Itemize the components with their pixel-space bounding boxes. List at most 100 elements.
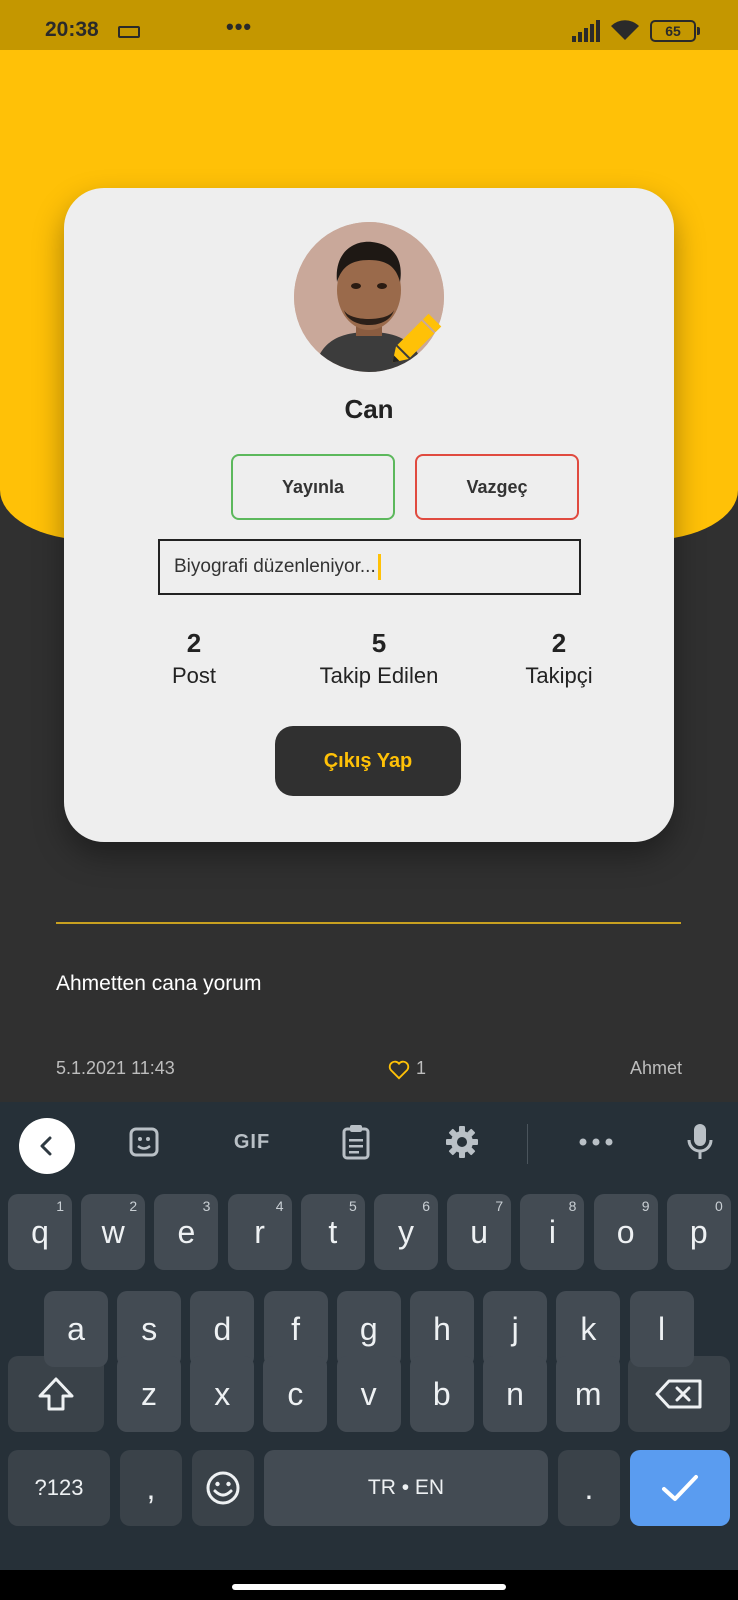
more-icon[interactable]: [574, 1122, 618, 1162]
bio-input[interactable]: Biyografi düzenleniyor...: [158, 539, 581, 595]
shift-key[interactable]: [8, 1356, 104, 1432]
key-a-label: a: [67, 1310, 85, 1347]
more-notifications-icon: •••: [226, 14, 253, 39]
toolbar-separator: [527, 1124, 528, 1164]
key-q[interactable]: q1: [8, 1194, 72, 1270]
backspace-key[interactable]: [628, 1356, 730, 1432]
like-count: 1: [416, 1058, 427, 1078]
enter-key[interactable]: [630, 1450, 730, 1526]
keyboard-status-icon: [118, 26, 140, 38]
key-c-label: c: [287, 1375, 304, 1412]
key-y-hint: 6: [422, 1198, 430, 1214]
user-name: Can: [344, 394, 394, 424]
wifi-icon: [611, 20, 639, 40]
key-w-hint: 2: [129, 1198, 138, 1214]
key-m[interactable]: m: [556, 1356, 621, 1432]
key-c[interactable]: c: [263, 1356, 328, 1432]
publish-button[interactable]: Yayınla: [231, 454, 395, 520]
key-r-hint: 4: [275, 1198, 284, 1214]
key-v[interactable]: v: [336, 1356, 401, 1432]
stat-posts[interactable]: 2 Post: [139, 628, 249, 689]
key-z[interactable]: z: [117, 1356, 181, 1432]
key-v-label: v: [360, 1375, 377, 1412]
status-bar: 20:38 ••• 65: [0, 0, 738, 50]
key-q-hint: 1: [56, 1198, 64, 1214]
key-h-label: h: [433, 1310, 451, 1347]
keyboard-toolbar: GIF: [0, 1102, 738, 1182]
gif-label: GIF: [233, 1130, 271, 1153]
gif-button[interactable]: GIF: [226, 1122, 278, 1162]
key-i[interactable]: i8: [520, 1194, 585, 1270]
key-m-label: m: [574, 1375, 602, 1412]
edit-avatar-icon[interactable]: [384, 313, 442, 371]
emoji-key[interactable]: [192, 1450, 254, 1526]
signal-icon: [572, 20, 600, 42]
comment-date: 5.1.2021 11:43: [56, 1058, 175, 1078]
home-indicator[interactable]: [232, 1584, 506, 1590]
stat-following-label: Takip Edilen: [319, 663, 439, 688]
key-e-hint: 3: [202, 1198, 211, 1214]
key-o[interactable]: o9: [593, 1194, 658, 1270]
divider: [56, 922, 681, 924]
key-l-label: l: [658, 1310, 666, 1347]
key-o-hint: 9: [641, 1198, 650, 1214]
key-r[interactable]: r4: [227, 1194, 292, 1270]
microphone-icon[interactable]: [680, 1122, 720, 1162]
stat-posts-label: Post: [171, 663, 217, 688]
shift-icon: [38, 1377, 74, 1411]
key-b[interactable]: b: [409, 1356, 474, 1432]
key-x-label: x: [214, 1375, 231, 1412]
key-y-label: y: [398, 1213, 414, 1250]
key-e[interactable]: e3: [154, 1194, 219, 1270]
stat-following-count: 5: [371, 628, 387, 658]
key-y[interactable]: y6: [374, 1194, 438, 1270]
key-n[interactable]: n: [483, 1356, 547, 1432]
key-e-label: e: [177, 1213, 196, 1250]
chevron-left-icon: [40, 1136, 52, 1156]
key-w[interactable]: w2: [81, 1194, 146, 1270]
check-icon: [662, 1475, 698, 1501]
key-z-label: z: [141, 1375, 157, 1412]
logout-button[interactable]: Çıkış Yap: [275, 726, 461, 796]
symbols-key[interactable]: ?123: [8, 1450, 110, 1526]
key-l[interactable]: l: [629, 1291, 694, 1367]
period-key[interactable]: .: [558, 1450, 620, 1526]
key-r-label: r: [254, 1213, 265, 1250]
key-k-label: k: [580, 1310, 597, 1347]
key-f-label: f: [291, 1310, 301, 1347]
stat-followers-label: Takipçi: [525, 663, 593, 688]
heart-icon[interactable]: [388, 1060, 410, 1080]
stat-following[interactable]: 5 Takip Edilen: [284, 628, 474, 689]
key-b-label: b: [432, 1375, 451, 1412]
comment-author[interactable]: Ahmet: [630, 1058, 682, 1079]
space-key[interactable]: TR • EN: [264, 1450, 548, 1526]
key-d-label: d: [213, 1310, 232, 1347]
key-p-hint: 0: [715, 1198, 723, 1214]
key-t[interactable]: t5: [300, 1194, 365, 1270]
text-cursor: [377, 554, 381, 580]
cancel-button[interactable]: Vazgeç: [415, 454, 579, 520]
stat-posts-count: 2: [186, 628, 202, 658]
key-j-label: j: [511, 1310, 519, 1347]
key-s-label: s: [141, 1310, 158, 1347]
key-u[interactable]: u7: [447, 1194, 512, 1270]
status-time: 20:38: [45, 18, 99, 41]
key-x[interactable]: x: [190, 1356, 255, 1432]
stat-followers[interactable]: 2 Takipçi: [504, 628, 614, 689]
key-i-hint: 8: [568, 1198, 577, 1214]
gear-icon[interactable]: [442, 1122, 482, 1162]
key-a[interactable]: a: [44, 1291, 108, 1367]
key-o-label: o: [616, 1213, 635, 1250]
comma-key[interactable]: ,: [120, 1450, 182, 1526]
clipboard-icon[interactable]: [336, 1122, 376, 1162]
comment-text: Ahmetten cana yorum: [56, 972, 262, 995]
backspace-icon: [655, 1379, 702, 1409]
key-t-hint: 5: [349, 1198, 357, 1214]
key-u-label: u: [470, 1213, 489, 1250]
key-p[interactable]: p0: [666, 1194, 731, 1270]
sticker-icon[interactable]: [124, 1122, 164, 1162]
bio-input-value: Biyografi düzenleniyor...: [174, 556, 376, 577]
keyboard-back-button[interactable]: [19, 1118, 75, 1174]
key-w-label: w: [101, 1213, 125, 1250]
stat-followers-count: 2: [551, 628, 567, 658]
